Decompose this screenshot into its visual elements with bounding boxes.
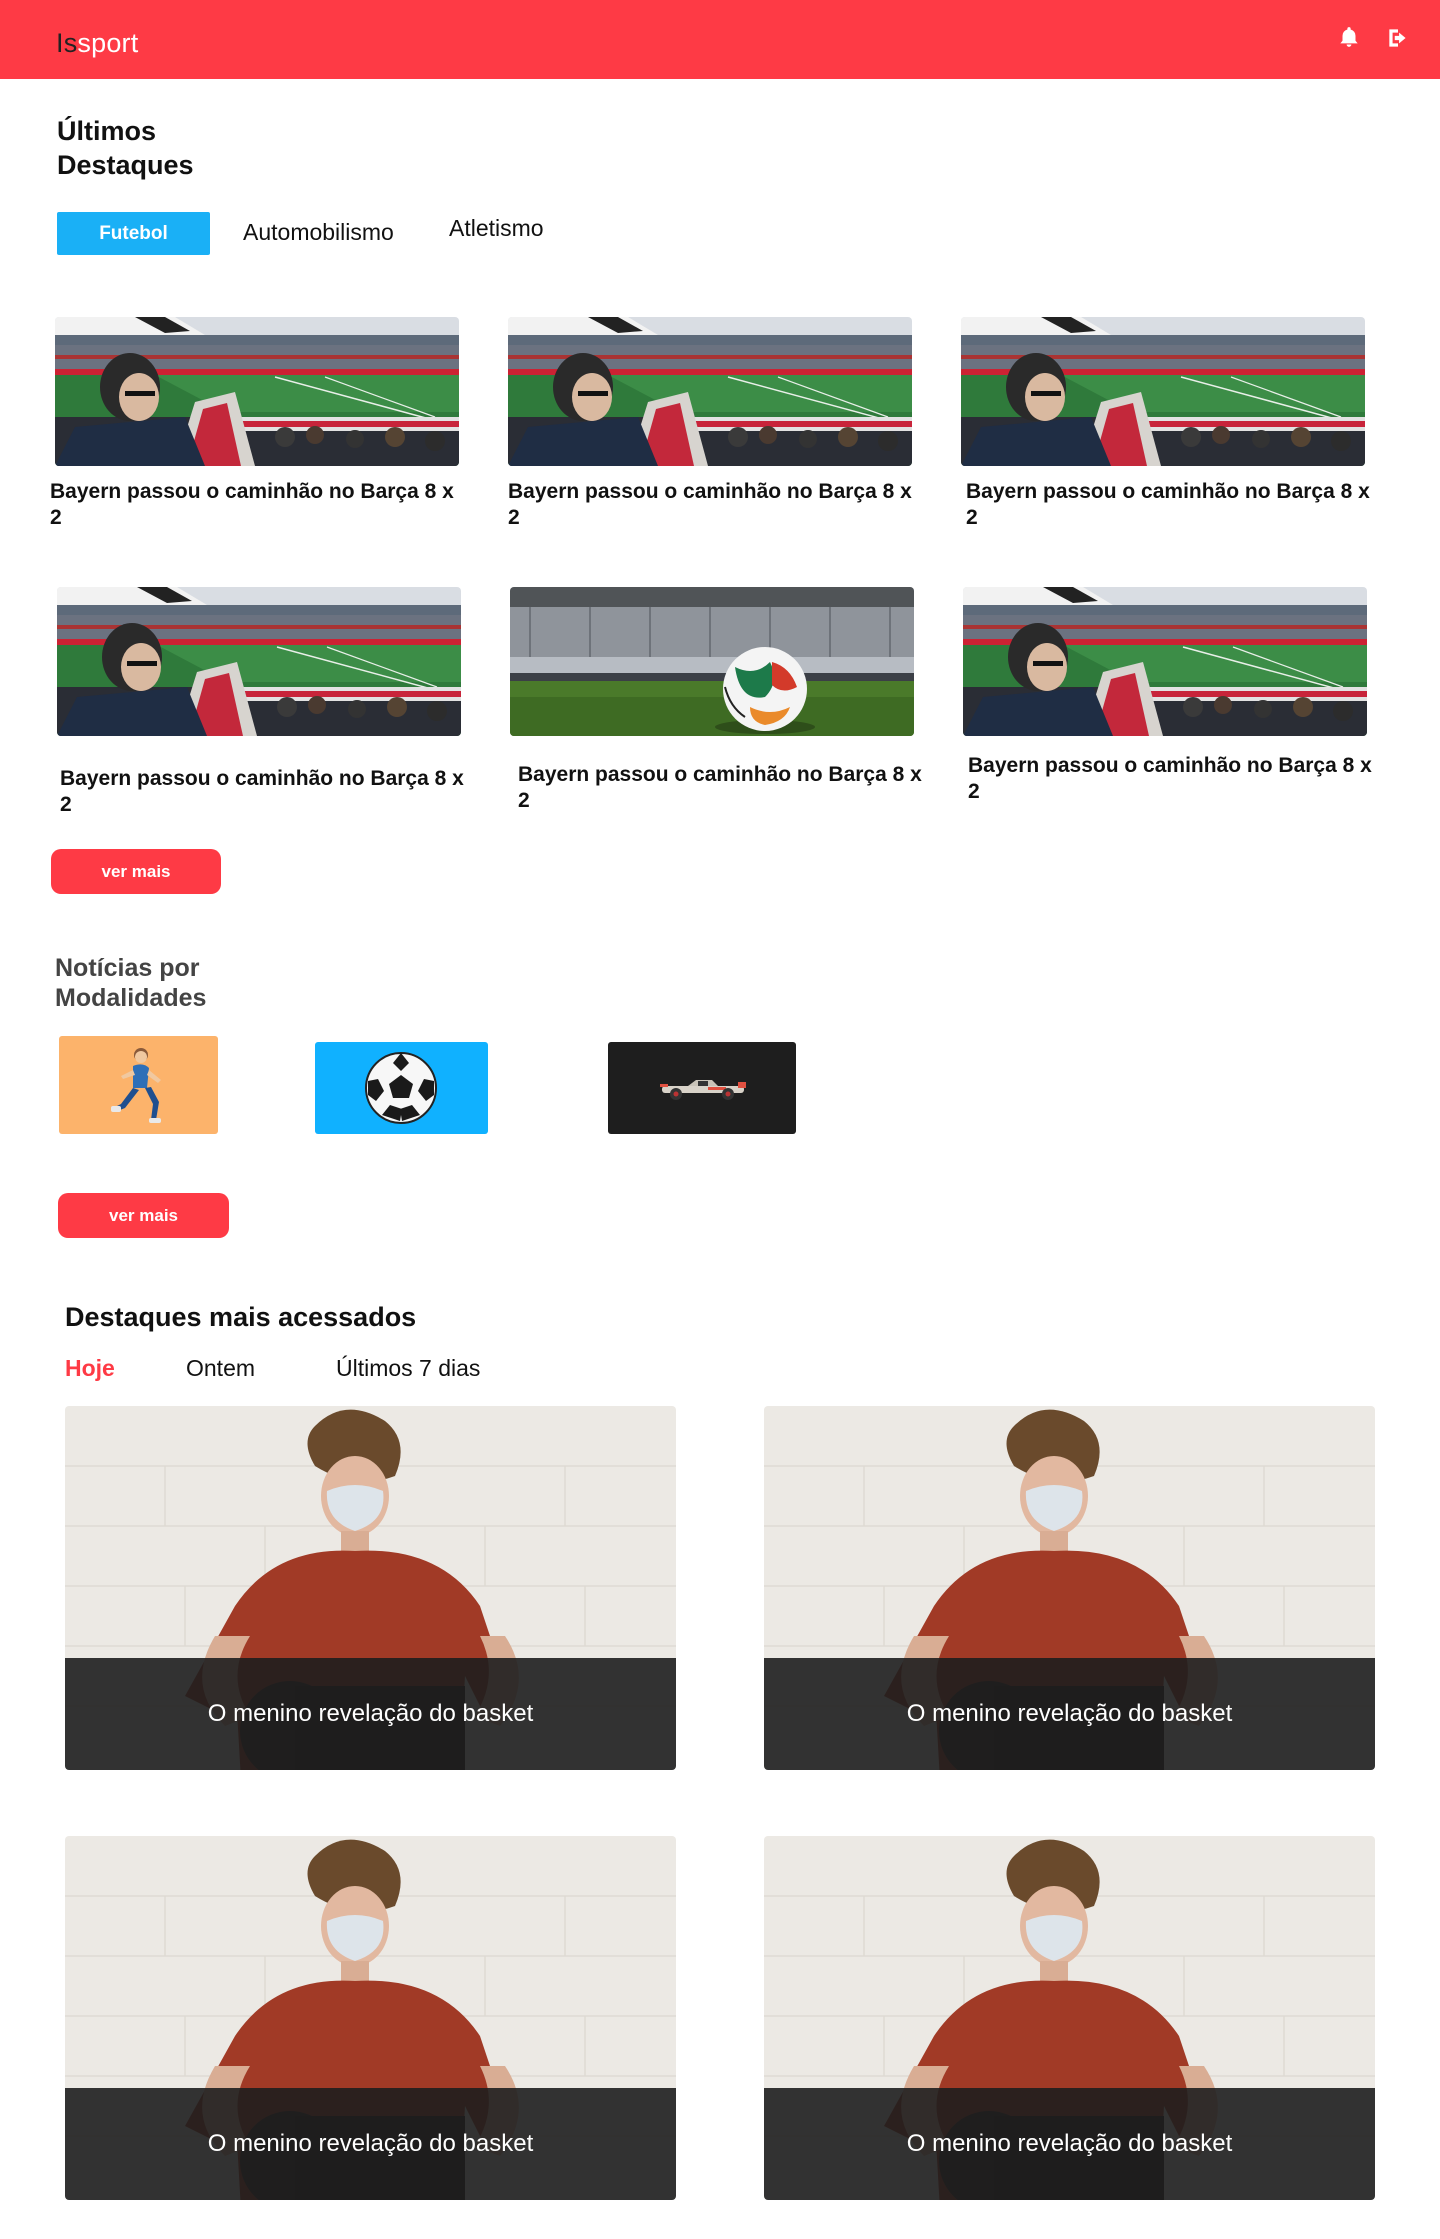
logo[interactable]: Issport <box>56 28 138 59</box>
modality-motorsport-tile[interactable] <box>608 1042 796 1134</box>
ver-mais-modalities-button[interactable]: ver mais <box>58 1193 229 1238</box>
modality-athletics-tile[interactable] <box>59 1036 218 1134</box>
runner-icon <box>111 1046 167 1131</box>
top-news-caption: O menino revelação do basket <box>65 1658 676 1770</box>
sign-out-icon[interactable] <box>1385 25 1411 51</box>
top-news-card[interactable]: O menino revelação do basket <box>764 1406 1375 1770</box>
top-news-card[interactable]: O menino revelação do basket <box>65 1836 676 2200</box>
news-image[interactable] <box>55 317 459 466</box>
news-image[interactable] <box>963 587 1367 736</box>
tab-atletismo[interactable]: Atletismo <box>449 215 544 242</box>
soccer-ball-icon <box>364 1051 438 1130</box>
news-image[interactable] <box>57 587 461 736</box>
logo-part-light: sport <box>77 28 139 58</box>
highlights-title: Últimos Destaques <box>57 114 194 182</box>
highlights-title-line1: Últimos <box>57 116 157 146</box>
top-news-caption: O menino revelação do basket <box>764 2088 1375 2200</box>
news-title[interactable]: Bayern passou o caminhão no Barça 8 x 2 <box>966 479 1376 531</box>
news-title[interactable]: Bayern passou o caminhão no Barça 8 x 2 <box>60 766 470 818</box>
modalities-title: Notícias por Modalidades <box>55 953 206 1013</box>
tab-ontem[interactable]: Ontem <box>186 1355 255 1382</box>
bell-icon[interactable] <box>1336 25 1362 51</box>
news-image[interactable] <box>961 317 1365 466</box>
news-image[interactable] <box>508 317 912 466</box>
news-title[interactable]: Bayern passou o caminhão no Barça 8 x 2 <box>968 753 1378 805</box>
top-news-card[interactable]: O menino revelação do basket <box>65 1406 676 1770</box>
news-title[interactable]: Bayern passou o caminhão no Barça 8 x 2 <box>50 479 460 531</box>
logo-part-dark: Is <box>56 28 78 58</box>
modalities-title-line2: Modalidades <box>55 984 207 1012</box>
highlights-title-line2: Destaques <box>57 150 194 180</box>
top-news-card[interactable]: O menino revelação do basket <box>764 1836 1375 2200</box>
top-news-caption: O menino revelação do basket <box>764 1658 1375 1770</box>
tab-ultimos-7-dias[interactable]: Últimos 7 dias <box>336 1355 480 1382</box>
tab-hoje[interactable]: Hoje <box>65 1355 115 1382</box>
news-title[interactable]: Bayern passou o caminhão no Barça 8 x 2 <box>508 479 918 531</box>
tab-automobilismo[interactable]: Automobilismo <box>243 219 394 246</box>
tab-futebol[interactable]: Futebol <box>57 212 210 255</box>
news-title[interactable]: Bayern passou o caminhão no Barça 8 x 2 <box>518 762 928 814</box>
ver-mais-highlights-button[interactable]: ver mais <box>51 849 221 894</box>
most-accessed-title: Destaques mais acessados <box>65 1302 417 1332</box>
top-news-caption: O menino revelação do basket <box>65 2088 676 2200</box>
race-car-icon <box>658 1074 748 1107</box>
top-bar: Issport <box>0 0 1440 79</box>
modality-football-tile[interactable] <box>315 1042 488 1134</box>
news-image[interactable] <box>510 587 914 736</box>
modalities-title-line1: Notícias por <box>55 954 200 982</box>
